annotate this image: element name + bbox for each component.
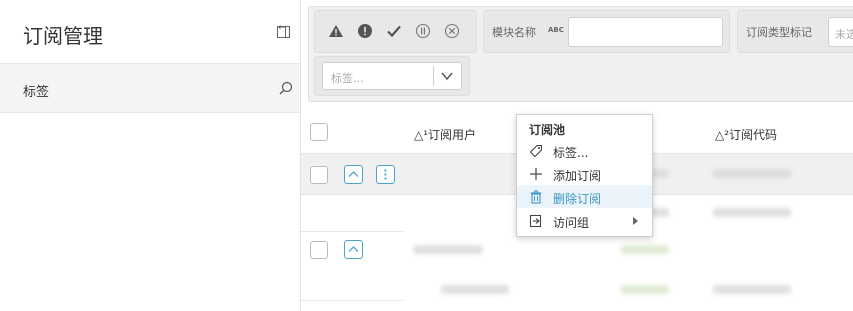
divider — [433, 66, 434, 86]
menu-item-label: 访问组 — [553, 216, 590, 230]
menu-item-delete-subscription[interactable]: 删除订阅 — [517, 185, 652, 208]
module-name-label: 模块名称 — [492, 26, 536, 39]
menu-item-label: 标签... — [553, 146, 589, 160]
filter-toolbar: 模块名称 ABC 订阅类型标记 未选 标签... — [308, 6, 853, 102]
blurred-cell — [413, 245, 483, 254]
blurred-cell — [713, 169, 791, 178]
menu-item-label: 删除订阅 — [553, 192, 602, 206]
sidebar-item-tags[interactable]: 标签 — [0, 63, 300, 113]
trash-icon — [530, 190, 542, 204]
blurred-cell — [441, 285, 509, 294]
select-all-checkbox[interactable] — [310, 123, 328, 141]
sidebar-title: 订阅管理 — [23, 24, 103, 48]
menu-item-add-subscription[interactable]: 添加订阅 — [517, 162, 652, 185]
subscription-type-select[interactable]: 未选 — [828, 17, 853, 47]
context-menu: 订阅池 标签... 添加订阅 删除订阅 访问组 — [516, 114, 653, 237]
chevron-up-icon — [348, 171, 359, 177]
context-menu-title: 订阅池 — [529, 123, 566, 137]
check-icon[interactable] — [386, 23, 402, 39]
module-name-filter: 模块名称 ABC — [483, 10, 730, 53]
search-icon[interactable] — [279, 81, 293, 95]
chevron-up-icon — [348, 246, 359, 252]
column-header-user[interactable]: △¹订阅用户 — [414, 126, 476, 143]
export-icon — [529, 214, 542, 228]
expand-button[interactable] — [344, 165, 363, 184]
blurred-cell — [621, 285, 669, 294]
warning-icon[interactable] — [328, 23, 344, 39]
chevron-down-icon[interactable] — [441, 71, 453, 81]
row-checkbox[interactable] — [310, 241, 328, 259]
blurred-cell — [621, 245, 669, 254]
sidebar: 订阅管理 标签 — [0, 0, 301, 311]
tag-filter-group: 标签... — [314, 56, 470, 96]
blurred-cell — [713, 208, 791, 217]
subscription-type-label: 订阅类型标记 — [746, 26, 812, 39]
menu-item-tags[interactable]: 标签... — [517, 139, 652, 162]
menu-item-access-group[interactable]: 访问组 — [517, 209, 652, 232]
row-checkbox[interactable] — [310, 166, 328, 184]
cancel-icon[interactable] — [444, 23, 460, 39]
row-divider — [301, 300, 403, 301]
sidebar-item-label: 标签 — [23, 85, 50, 100]
error-icon[interactable] — [357, 23, 373, 39]
subscription-type-filter: 订阅类型标记 未选 — [737, 10, 853, 53]
submenu-arrow-icon — [633, 217, 638, 225]
blurred-cell — [713, 285, 791, 294]
row-menu-button[interactable] — [376, 165, 395, 184]
tag-placeholder: 标签... — [331, 72, 364, 85]
table-row[interactable] — [301, 268, 853, 311]
collapse-sidebar-icon[interactable] — [277, 23, 290, 38]
menu-item-label: 添加订阅 — [553, 169, 602, 183]
tag-select[interactable]: 标签... — [322, 62, 462, 90]
table-row[interactable] — [301, 232, 853, 268]
info-icon[interactable] — [415, 23, 431, 39]
expand-button[interactable] — [344, 240, 363, 259]
severity-filter-group — [314, 10, 477, 53]
plus-icon — [530, 168, 542, 180]
column-header-code[interactable]: △²订阅代码 — [715, 126, 777, 143]
abc-badge: ABC — [548, 26, 564, 34]
module-name-input[interactable] — [568, 17, 723, 47]
tag-icon — [529, 144, 543, 158]
more-vertical-icon — [384, 169, 387, 180]
